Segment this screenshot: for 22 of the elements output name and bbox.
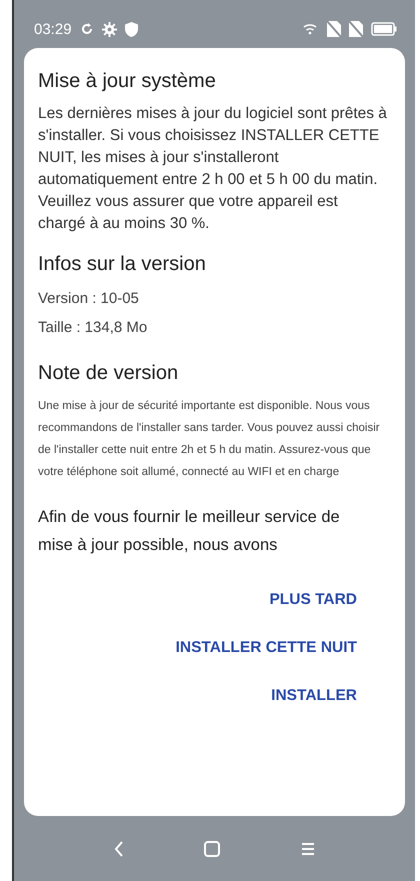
info-text: Afin de vous fournir le meilleur service de mise à jour possible, nous avons bbox=[38, 507, 341, 556]
gear-icon bbox=[102, 22, 117, 36]
dialog-button[interactable]: INSTALLER CETTE NUIT bbox=[176, 635, 357, 661]
home-icon[interactable] bbox=[204, 840, 220, 856]
no-sim-icon bbox=[349, 21, 363, 37]
version-text: Version : 10-05 bbox=[38, 290, 140, 307]
size-text: Taille : 134,8 Mo bbox=[38, 319, 148, 336]
sync-icon bbox=[80, 22, 94, 36]
intro-text: Les dernières mises à jour du logiciel sont prêtes à s'installer. Si vous choisissez INSTALLER CETTE NUIT, les mises à jour s'installeront automatiquement entre 2 h 00 et 5 h 00 du matin. Veuillez vous assurer que votre appareil est chargé à au moins 30 %. bbox=[38, 104, 388, 234]
dialog-button[interactable]: INSTALLER bbox=[271, 683, 357, 709]
section-heading: Infos sur la version bbox=[38, 253, 207, 276]
no-sim-icon bbox=[327, 21, 341, 37]
battery-icon bbox=[371, 22, 397, 36]
dialog-button[interactable]: PLUS TARD bbox=[269, 587, 357, 613]
status-time: 03:29 bbox=[34, 20, 72, 38]
section-heading: Note de version bbox=[38, 362, 180, 385]
dialog-title: Mise à jour système bbox=[38, 70, 217, 93]
back-icon[interactable] bbox=[114, 840, 124, 856]
wifi-icon bbox=[303, 23, 319, 35]
shield-icon bbox=[124, 22, 138, 36]
release-notes: Une mise à jour de sécurité importante est disponible. Nous vous recommandons de l'installer sans tarder. Vous pouvez aussi choisir de l'installer cette nuit entre 2h et 5 h du matin. Assurez-vous que votre téléphone soit allumé, connecté au WIFI et en charge bbox=[38, 399, 381, 480]
menu-icon[interactable] bbox=[300, 842, 315, 856]
